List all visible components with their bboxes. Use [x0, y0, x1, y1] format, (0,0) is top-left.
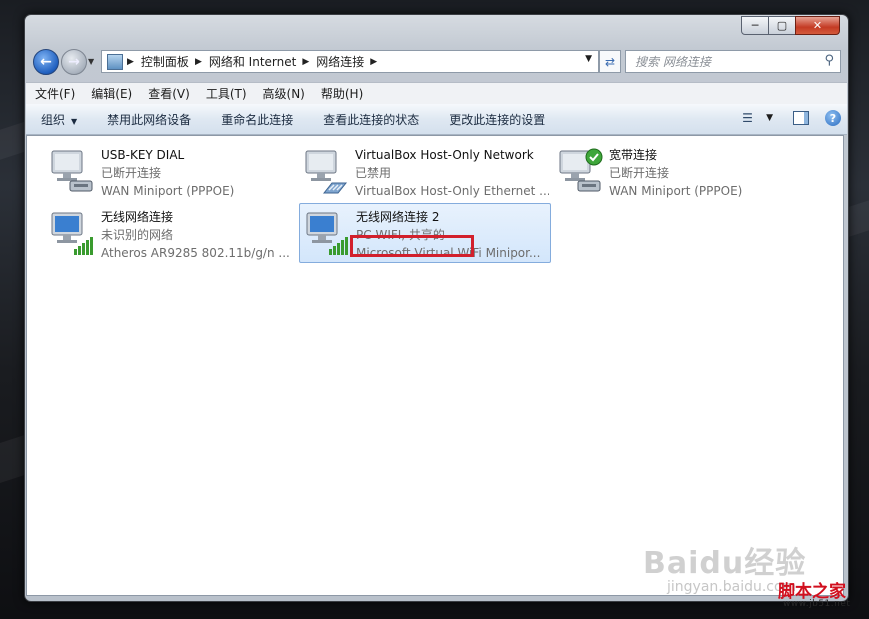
- connection-texts: USB-KEY DIAL 已断开连接 WAN Miniport (PPPOE): [101, 146, 295, 200]
- search-input[interactable]: 搜索 网络连接: [635, 53, 711, 70]
- annotation-highlight-box: [350, 235, 474, 257]
- view-status-button[interactable]: 查看此连接的状态: [316, 111, 426, 128]
- view-dropdown-icon[interactable]: ▼: [766, 113, 773, 123]
- baidu-watermark: Baidu经验: [643, 546, 807, 581]
- preview-pane-icon[interactable]: [793, 111, 809, 125]
- connection-texts: 宽带连接 已断开连接 WAN Miniport (PPPOE): [609, 146, 803, 200]
- breadcrumb-network-connections[interactable]: 网络连接: [316, 53, 364, 70]
- change-view-icon[interactable]: ☰: [742, 111, 760, 125]
- menu-file[interactable]: 文件(F): [28, 85, 82, 102]
- wireless-connection-icon: [306, 212, 348, 255]
- address-bar[interactable]: ▶ 控制面板 ▶ 网络和 Internet ▶ 网络连接 ▶ ▼: [101, 50, 599, 73]
- connection-device: WAN Miniport (PPPOE): [609, 184, 743, 198]
- menu-bar: 文件(F) 编辑(E) 查看(V) 工具(T) 高级(N) 帮助(H): [26, 82, 847, 104]
- connection-device: VirtualBox Host-Only Ethernet ...: [355, 184, 549, 198]
- breadcrumb-separator-icon[interactable]: ▶: [302, 57, 309, 67]
- breadcrumb-control-panel[interactable]: 控制面板: [141, 53, 189, 70]
- help-icon[interactable]: ?: [825, 110, 841, 126]
- address-dropdown-icon[interactable]: ▼: [585, 54, 592, 64]
- breadcrumb-separator-icon[interactable]: ▶: [127, 57, 134, 67]
- refresh-icon: ⇄: [604, 54, 616, 69]
- chevron-down-icon: ▼: [71, 116, 78, 126]
- search-icon[interactable]: ⚲: [824, 53, 834, 68]
- breadcrumb-separator-icon[interactable]: ▶: [370, 57, 377, 67]
- connection-device: Atheros AR9285 802.11b/g/n ...: [101, 246, 290, 260]
- connection-name: 宽带连接: [609, 148, 658, 162]
- baidu-watermark-url: jingyan.baidu.com: [667, 579, 797, 595]
- dialup-connection-icon: [51, 150, 93, 192]
- broadband-connection-icon: [559, 148, 603, 192]
- view-controls: ☰ ▼ ?: [742, 110, 841, 126]
- menu-view[interactable]: 查看(V): [141, 85, 197, 102]
- maximize-button[interactable]: ▢: [768, 16, 796, 35]
- forward-button[interactable]: →: [61, 49, 87, 75]
- menu-advanced[interactable]: 高级(N): [256, 85, 312, 102]
- connection-texts: 无线网络连接 未识别的网络 Atheros AR9285 802.11b/g/n…: [101, 208, 295, 262]
- site-url: www.jb51.net: [783, 599, 851, 609]
- connection-item-broadband[interactable]: 宽带连接 已断开连接 WAN Miniport (PPPOE): [553, 142, 803, 200]
- connection-texts: VirtualBox Host-Only Network 已禁用 Virtual…: [355, 146, 549, 200]
- breadcrumb-network-internet[interactable]: 网络和 Internet: [209, 53, 296, 70]
- menu-edit[interactable]: 编辑(E): [84, 85, 139, 102]
- organize-label: 组织: [41, 112, 66, 127]
- change-settings-button[interactable]: 更改此连接的设置: [442, 111, 552, 128]
- connection-item-usb-key-dial[interactable]: USB-KEY DIAL 已断开连接 WAN Miniport (PPPOE): [45, 142, 295, 200]
- minimize-button[interactable]: ─: [741, 16, 769, 35]
- breadcrumb-separator-icon[interactable]: ▶: [195, 57, 202, 67]
- connection-status: 未识别的网络: [101, 228, 174, 242]
- connection-name: VirtualBox Host-Only Network: [355, 148, 534, 162]
- back-button[interactable]: ←: [33, 49, 59, 75]
- network-connections-window: ─ ▢ ✕ ← → ▼ ▶ 控制面板 ▶ 网络和 Internet ▶ 网络连接…: [24, 14, 849, 602]
- ethernet-connection-icon: [305, 150, 348, 194]
- control-panel-icon: [107, 53, 123, 70]
- command-bar: 组织 ▼ 禁用此网络设备 重命名此连接 查看此连接的状态 更改此连接的设置 ☰ ▼…: [26, 104, 847, 135]
- connection-status: 已禁用: [355, 166, 392, 180]
- connection-item-wireless[interactable]: 无线网络连接 未识别的网络 Atheros AR9285 802.11b/g/n…: [45, 204, 295, 262]
- organize-button[interactable]: 组织 ▼: [34, 111, 84, 128]
- arrow-left-icon: ←: [40, 54, 52, 70]
- refresh-button[interactable]: ⇄: [599, 50, 621, 73]
- menu-help[interactable]: 帮助(H): [314, 85, 370, 102]
- search-box[interactable]: 搜索 网络连接 ⚲: [625, 50, 841, 73]
- connection-name: 无线网络连接 2: [356, 210, 440, 224]
- connection-item-virtualbox[interactable]: VirtualBox Host-Only Network 已禁用 Virtual…: [299, 142, 549, 200]
- connection-name: 无线网络连接: [101, 210, 174, 224]
- caption-buttons: ─ ▢ ✕: [741, 16, 840, 35]
- rename-connection-button[interactable]: 重命名此连接: [214, 111, 300, 128]
- close-button[interactable]: ✕: [795, 16, 840, 35]
- connection-device: WAN Miniport (PPPOE): [101, 184, 235, 198]
- wireless-connection-icon: [51, 212, 93, 255]
- connection-status: 已断开连接: [101, 166, 162, 180]
- connection-status: 已断开连接: [609, 166, 670, 180]
- arrow-right-icon: →: [68, 54, 80, 70]
- menu-tools[interactable]: 工具(T): [199, 85, 254, 102]
- navigation-bar: ← → ▼ ▶ 控制面板 ▶ 网络和 Internet ▶ 网络连接 ▶ ▼ ⇄…: [33, 48, 841, 76]
- history-dropdown-icon[interactable]: ▼: [88, 57, 94, 66]
- connections-list: USB-KEY DIAL 已断开连接 WAN Miniport (PPPOE) …: [26, 135, 844, 596]
- disable-device-button[interactable]: 禁用此网络设备: [100, 111, 198, 128]
- connection-name: USB-KEY DIAL: [101, 148, 185, 162]
